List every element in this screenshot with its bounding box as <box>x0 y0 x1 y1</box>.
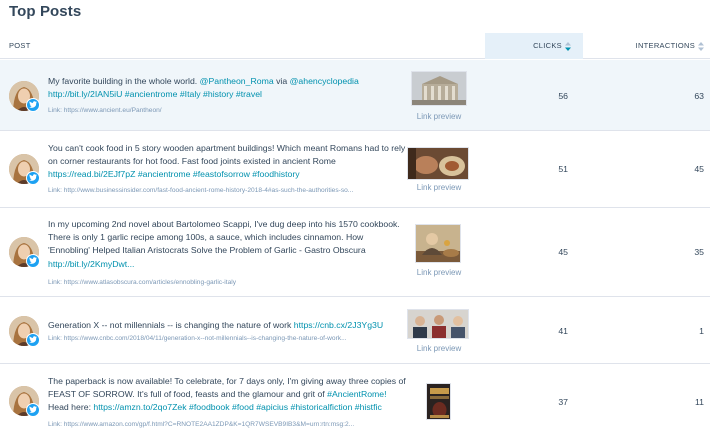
column-header-clicks-label: CLICKS <box>533 41 562 50</box>
table-row[interactable]: My favorite building in the whole world.… <box>0 60 710 131</box>
post-text: In my upcoming 2nd novel about Bartolome… <box>48 219 400 269</box>
twitter-icon <box>26 333 40 347</box>
hashtag-link[interactable]: #feastofsorrow <box>193 169 250 179</box>
hashtag-link[interactable]: #AncientRome! <box>327 389 386 399</box>
clicks-value: 51 <box>558 164 568 174</box>
table-row[interactable]: You can't cook food in 5 story wooden ap… <box>0 131 710 208</box>
preview-thumbnail[interactable] <box>426 383 451 420</box>
column-header-post: POST <box>9 41 31 50</box>
twitter-icon <box>26 254 40 268</box>
hashtag-link[interactable]: #ancientrome <box>138 169 191 179</box>
hashtag-link[interactable]: #historicalfiction <box>291 402 353 412</box>
clicks-value: 45 <box>558 247 568 257</box>
twitter-icon <box>26 98 40 112</box>
interactions-value: 1 <box>699 326 704 336</box>
mention-link[interactable]: @ahencyclopedia <box>290 76 359 86</box>
preview-thumbnail[interactable] <box>407 309 469 339</box>
post-text: Generation X -- not millennials -- is ch… <box>48 320 384 330</box>
column-header-interactions-label: INTERACTIONS <box>635 41 695 50</box>
clicks-value: 56 <box>558 91 568 101</box>
preview-thumbnail[interactable] <box>407 147 469 180</box>
clicks-value: 37 <box>558 397 568 407</box>
page-title: Top Posts <box>9 3 82 20</box>
url-link[interactable]: http://bit.ly/2KmyDwt... <box>48 259 134 269</box>
link-preview-label[interactable]: Link preview <box>408 112 470 121</box>
post-text: You can't cook food in 5 story wooden ap… <box>48 143 406 180</box>
post-link-url: Link: https://www.ancient.eu/Pantheon/ <box>48 107 162 114</box>
twitter-icon <box>26 403 40 417</box>
hashtag-link[interactable]: #histfic <box>355 402 382 412</box>
table-row[interactable]: In my upcoming 2nd novel about Bartolome… <box>0 208 710 297</box>
url-link[interactable]: https://read.bi/2EJf7pZ <box>48 169 135 179</box>
post-link-url: Link: https://www.cnbc.com/2018/04/11/ge… <box>48 335 347 342</box>
clicks-value: 41 <box>558 326 568 336</box>
twitter-icon <box>26 171 40 185</box>
hashtag-link[interactable]: #history <box>203 89 233 99</box>
hashtag-link[interactable]: #ancientrome <box>125 89 178 99</box>
table-header: POST CLICKS INTERACTIONS <box>0 33 710 59</box>
url-link[interactable]: https://cnb.cx/2J3Yg3U <box>294 320 383 330</box>
interactions-value: 45 <box>694 164 704 174</box>
interactions-value: 11 <box>694 397 704 407</box>
hashtag-link[interactable]: #Italy <box>180 89 201 99</box>
preview-thumbnail[interactable] <box>415 224 461 263</box>
interactions-value: 63 <box>694 91 704 101</box>
hashtag-link[interactable]: #travel <box>236 89 262 99</box>
sort-desc-icon[interactable] <box>565 41 571 51</box>
mention-link[interactable]: @Pantheon_Roma <box>200 76 274 86</box>
link-preview-label[interactable]: Link preview <box>408 344 470 353</box>
hashtag-link[interactable]: #food <box>232 402 254 412</box>
post-link-url: Link: https://www.atlasobscura.com/artic… <box>48 279 237 286</box>
post-link-url: Link: http://www.businessinsider.com/fas… <box>48 187 354 194</box>
link-preview-label[interactable]: Link preview <box>408 183 470 192</box>
table-row[interactable]: The paperback is now available! To celeb… <box>0 364 710 435</box>
link-preview-label[interactable]: Link preview <box>408 268 470 277</box>
hashtag-link[interactable]: #apicius <box>256 402 288 412</box>
column-header-clicks[interactable]: CLICKS <box>485 33 583 59</box>
post-text: The paperback is now available! To celeb… <box>48 376 406 413</box>
url-link[interactable]: https://amzn.to/2qo7Zek <box>93 402 186 412</box>
hashtag-link[interactable]: #foodbook <box>189 402 230 412</box>
hashtag-link[interactable]: #foodhistory <box>252 169 299 179</box>
column-header-interactions[interactable]: INTERACTIONS <box>583 33 710 59</box>
post-link-url: Link: https://www.amazon.com/gp/f.html?C… <box>48 421 355 428</box>
post-text: My favorite building in the whole world.… <box>48 76 359 100</box>
interactions-value: 35 <box>694 247 704 257</box>
url-link[interactable]: http://bit.ly/2IAN5iU <box>48 89 122 99</box>
preview-thumbnail[interactable] <box>411 71 467 106</box>
sort-icon[interactable] <box>698 41 704 51</box>
table-row[interactable]: Generation X -- not millennials -- is ch… <box>0 297 710 364</box>
